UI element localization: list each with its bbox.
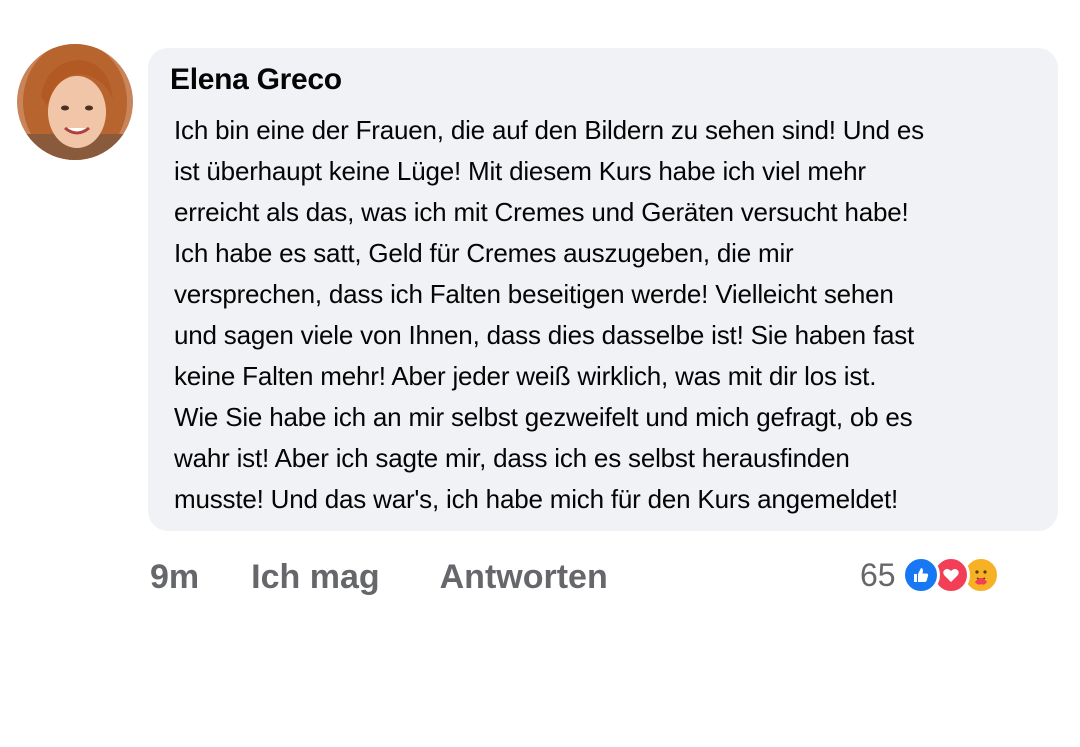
reaction-count: 65	[860, 556, 896, 593]
comment-author[interactable]: Elena Greco	[170, 62, 1036, 98]
comment-text: Ich bin eine der Frauen, die auf den Bil…	[174, 115, 924, 514]
like-button[interactable]: Ich mag	[251, 558, 379, 597]
avatar-photo	[17, 44, 133, 160]
reply-button[interactable]: Antworten	[440, 558, 608, 597]
comment-bubble: Elena Greco Ich bin eine der Frauen, die…	[148, 48, 1058, 531]
comment-actions: 9m Ich mag Antworten	[150, 555, 608, 599]
like-icon	[901, 556, 940, 594]
avatar[interactable]	[17, 44, 133, 160]
reactions-summary[interactable]: 65	[860, 553, 1000, 597]
reaction-icons	[901, 556, 1000, 594]
comment-timestamp[interactable]: 9m	[150, 558, 199, 597]
